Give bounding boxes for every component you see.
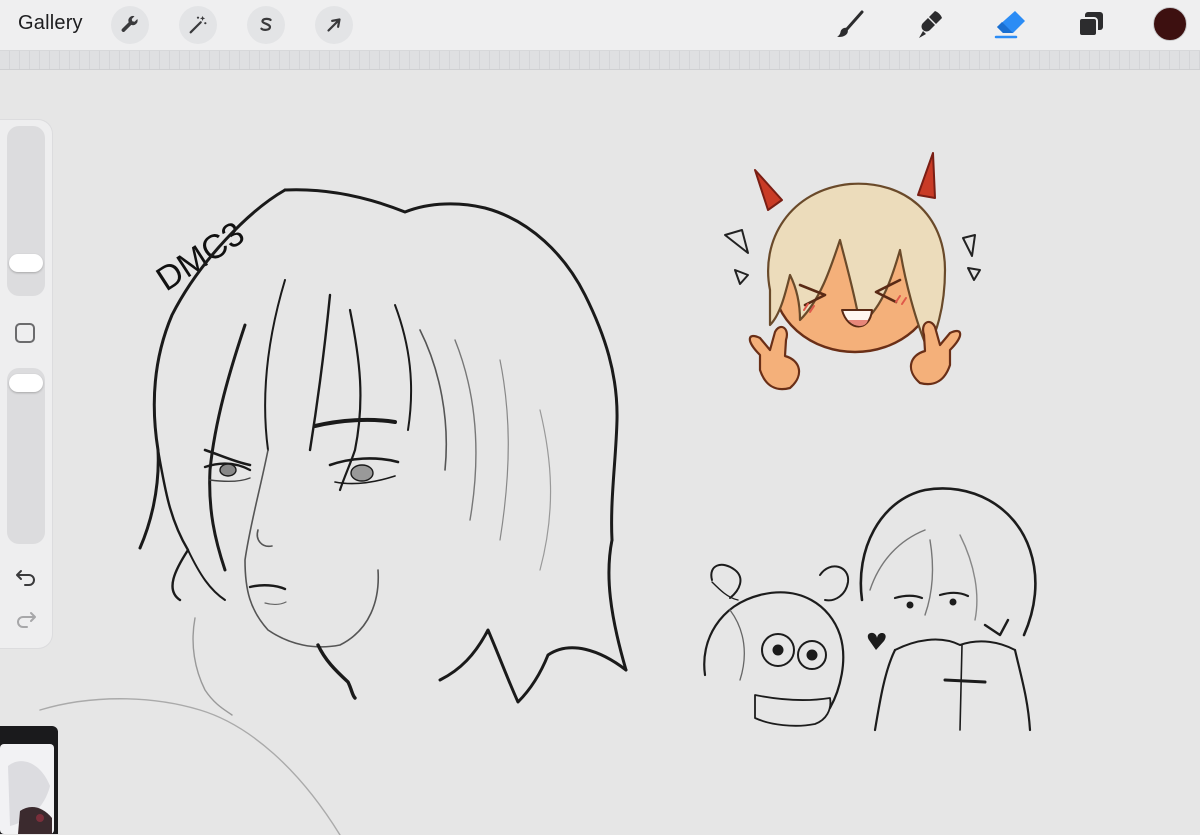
magic-wand-icon — [189, 15, 207, 34]
brush-tool[interactable] — [831, 5, 871, 45]
transform-button[interactable] — [315, 6, 353, 44]
smudge-tool[interactable] — [911, 5, 951, 45]
chibi-colored — [724, 152, 981, 391]
selection-button[interactable] — [247, 6, 285, 44]
chibi-line-pair — [703, 487, 1037, 732]
redo-button[interactable] — [13, 606, 39, 632]
layers-icon — [1078, 12, 1103, 37]
artwork: DMC3 — [39, 152, 1037, 835]
undo-button[interactable] — [13, 564, 39, 590]
wrench-icon — [121, 15, 138, 32]
redo-icon — [17, 612, 36, 628]
brush-size-handle[interactable] — [9, 254, 43, 272]
drawing-canvas[interactable]: DMC3 — [0, 69, 1200, 835]
canvas-edge-strip — [0, 51, 1200, 69]
transform-arrow-icon — [327, 18, 341, 32]
eraser-icon — [994, 11, 1025, 39]
actions-button[interactable] — [111, 6, 149, 44]
reference-thumbnail[interactable] — [0, 726, 58, 834]
top-toolbar: Gallery — [0, 0, 1200, 51]
color-picker[interactable] — [1153, 7, 1187, 41]
adjustments-button[interactable] — [179, 6, 217, 44]
layers-tool[interactable] — [1071, 5, 1111, 45]
opacity-slider[interactable] — [7, 368, 45, 544]
smudge-icon — [919, 11, 942, 38]
brush-icon — [837, 10, 864, 38]
undo-icon — [16, 570, 35, 586]
opacity-handle[interactable] — [9, 374, 43, 392]
left-sidebar — [0, 120, 52, 648]
selection-s-icon — [260, 17, 272, 31]
eraser-tool[interactable] — [991, 5, 1031, 45]
reference-image — [0, 744, 54, 834]
modify-button[interactable] — [15, 323, 35, 343]
brush-size-slider[interactable] — [7, 126, 45, 296]
gallery-button[interactable]: Gallery — [18, 12, 83, 35]
sketch-main-character — [39, 188, 628, 835]
